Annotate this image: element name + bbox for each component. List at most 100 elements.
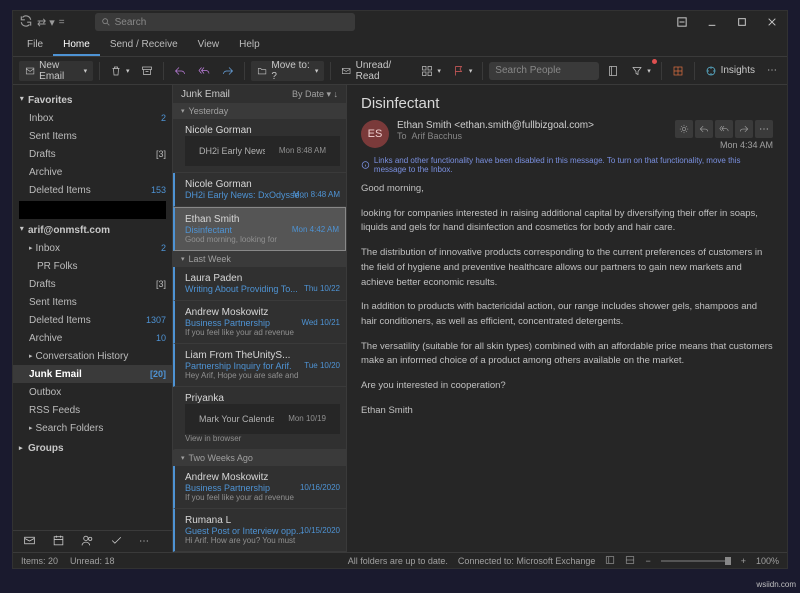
list-group[interactable]: Two Weeks Ago bbox=[173, 450, 346, 466]
move-to-label: Move to: ? bbox=[271, 60, 310, 82]
filter-button[interactable]: ▾ bbox=[627, 61, 655, 81]
nav-item-archive[interactable]: Archive10 bbox=[13, 329, 172, 347]
nav-account-block[interactable] bbox=[19, 201, 166, 219]
msg-date: Mon 4:42 AM bbox=[292, 225, 339, 234]
more-modules-icon[interactable]: ⋯ bbox=[139, 536, 149, 547]
nav-item-fav-inbox[interactable]: Inbox2 bbox=[13, 109, 172, 127]
nav-item-conversation-history[interactable]: ▸Conversation History bbox=[13, 347, 172, 365]
nav-item-search-folders[interactable]: ▸Search Folders bbox=[13, 419, 172, 437]
message-item[interactable]: Laura PadenWriting About Providing To...… bbox=[173, 267, 346, 301]
main-area: ▸Favorites Inbox2 Sent Items Drafts[3] A… bbox=[13, 85, 787, 552]
separator bbox=[661, 62, 662, 80]
address-book-button[interactable] bbox=[603, 61, 623, 81]
tab-file[interactable]: File bbox=[17, 33, 53, 56]
new-email-button[interactable]: New Email ▾ bbox=[19, 61, 93, 81]
reply-all-action[interactable] bbox=[715, 120, 733, 138]
archive-icon bbox=[141, 65, 153, 77]
nav-bottom-bar: ⋯ bbox=[13, 530, 172, 552]
archive-button[interactable] bbox=[137, 61, 157, 81]
nav-header-account[interactable]: ▸arif@onmsft.com bbox=[13, 221, 172, 239]
msg-date: 10/16/2020 bbox=[300, 483, 340, 492]
status-unread: Unread: 18 bbox=[70, 556, 115, 566]
more-actions[interactable]: ⋯ bbox=[755, 120, 773, 138]
list-group[interactable]: Yesterday bbox=[173, 103, 346, 119]
outlook-window: ⇄ ▾ = File Home Send / Receive View Help… bbox=[12, 10, 788, 569]
calendar-module-icon[interactable] bbox=[52, 534, 65, 550]
info-bar: Links and other functionality have been … bbox=[361, 156, 773, 174]
nav-item-drafts[interactable]: Drafts[3] bbox=[13, 275, 172, 293]
tab-help[interactable]: Help bbox=[229, 33, 270, 56]
minimize-button[interactable] bbox=[697, 11, 727, 33]
nav-item-fav-drafts[interactable]: Drafts[3] bbox=[13, 145, 172, 163]
reply-icon bbox=[174, 65, 186, 77]
global-search[interactable] bbox=[95, 13, 355, 31]
nav-item-outbox[interactable]: Outbox bbox=[13, 383, 172, 401]
nav-item-fav-sent[interactable]: Sent Items bbox=[13, 127, 172, 145]
ribbon-options-icon[interactable] bbox=[667, 11, 697, 33]
message-item[interactable]: Andrew MoskowitzBusiness PartnershipIf y… bbox=[173, 466, 346, 509]
notification-dot bbox=[652, 59, 657, 64]
list-group[interactable]: Last Week bbox=[173, 251, 346, 267]
forward-action[interactable] bbox=[735, 120, 753, 138]
sort-control[interactable]: By Date ▾ ↓ bbox=[292, 89, 338, 100]
more-commands[interactable]: ⋯ bbox=[763, 61, 781, 81]
categorize-button[interactable]: ▾ bbox=[417, 61, 445, 81]
sync-icon[interactable] bbox=[19, 14, 33, 31]
reply-all-button[interactable] bbox=[194, 61, 214, 81]
tab-send-receive[interactable]: Send / Receive bbox=[100, 33, 188, 56]
message-item[interactable]: Nicole GormanDH2i Early News: DxOdyssey … bbox=[173, 119, 346, 173]
zoom-out[interactable]: − bbox=[645, 556, 650, 566]
nav-item-sent[interactable]: Sent Items bbox=[13, 293, 172, 311]
connect-icon[interactable]: ⇄ ▾ bbox=[37, 16, 55, 29]
nav-item-pr-folks[interactable]: PR Folks bbox=[13, 257, 172, 275]
reply-action[interactable] bbox=[695, 120, 713, 138]
sun-button[interactable] bbox=[675, 120, 693, 138]
message-item[interactable]: Nicole GormanDH2i Early News: DxOdysse..… bbox=[173, 173, 346, 207]
message-item[interactable]: PriyankaMark Your Calendars to M...View … bbox=[173, 387, 346, 450]
forward-button[interactable] bbox=[218, 61, 238, 81]
mail-module-icon[interactable] bbox=[23, 534, 36, 550]
nav-item-inbox[interactable]: ▸Inbox2 bbox=[13, 239, 172, 257]
follow-up-button[interactable]: ▾ bbox=[449, 61, 477, 81]
nav-header-groups[interactable]: ▸Groups bbox=[13, 439, 172, 457]
reply-button[interactable] bbox=[170, 61, 190, 81]
zoom-in[interactable]: + bbox=[741, 556, 746, 566]
close-button[interactable] bbox=[757, 11, 787, 33]
message-item[interactable]: Ethan SmithDisinfectantGood morning, loo… bbox=[173, 207, 346, 251]
tab-home[interactable]: Home bbox=[53, 33, 100, 56]
search-people[interactable] bbox=[489, 62, 599, 80]
layout-icon-2[interactable] bbox=[625, 555, 635, 567]
msg-preview: Good morning, looking for bbox=[185, 235, 339, 244]
addin-button[interactable] bbox=[668, 61, 688, 81]
book-icon bbox=[607, 65, 619, 77]
message-item[interactable]: Andrew MoskowitzBusiness PartnershipIf y… bbox=[173, 301, 346, 344]
separator bbox=[163, 62, 164, 80]
msg-from: Nicole Gorman bbox=[185, 125, 340, 136]
unread-read-button[interactable]: Unread/ Read bbox=[337, 61, 413, 81]
zoom-slider[interactable] bbox=[661, 560, 731, 562]
msg-from: Rumana L bbox=[185, 515, 340, 526]
info-text: Links and other functionality have been … bbox=[374, 156, 773, 174]
nav-header-favorites[interactable]: ▸Favorites bbox=[13, 91, 172, 109]
maximize-button[interactable] bbox=[727, 11, 757, 33]
global-search-input[interactable] bbox=[115, 17, 349, 28]
msg-from: Nicole Gorman bbox=[185, 179, 340, 190]
qat-sep: = bbox=[59, 17, 65, 28]
tab-view[interactable]: View bbox=[188, 33, 230, 56]
delete-button[interactable]: ▾ bbox=[106, 61, 134, 81]
nav-item-fav-deleted[interactable]: Deleted Items153 bbox=[13, 181, 172, 199]
layout-icon[interactable] bbox=[605, 555, 615, 567]
message-item[interactable]: Rumana LGuest Post or Interview opp...Hi… bbox=[173, 509, 346, 552]
nav-item-deleted[interactable]: Deleted Items1307 bbox=[13, 311, 172, 329]
insights-button[interactable]: Insights bbox=[701, 61, 759, 81]
nav-item-fav-archive[interactable]: Archive bbox=[13, 163, 172, 181]
people-module-icon[interactable] bbox=[81, 534, 94, 550]
body-paragraph: Good morning, bbox=[361, 182, 773, 197]
msg-preview: Hey Arif, Hope you are safe and bbox=[185, 371, 340, 380]
message-item[interactable]: Liam From TheUnityS...Partnership Inquir… bbox=[173, 344, 346, 387]
status-connected: Connected to: Microsoft Exchange bbox=[458, 556, 596, 566]
move-to-button[interactable]: Move to: ? ▾ bbox=[251, 61, 324, 81]
nav-item-junk-email[interactable]: Junk Email[20] bbox=[13, 365, 172, 383]
todo-module-icon[interactable] bbox=[110, 534, 123, 550]
nav-item-rss[interactable]: RSS Feeds bbox=[13, 401, 172, 419]
